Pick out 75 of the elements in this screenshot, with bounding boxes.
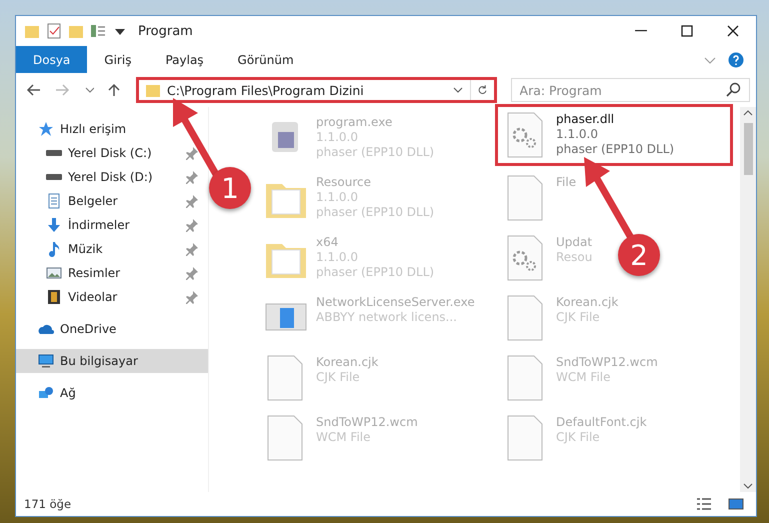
sidebar-item[interactable]: Resimler xyxy=(16,261,208,285)
scrollbar-thumb[interactable] xyxy=(744,123,752,175)
picture-icon xyxy=(46,265,62,281)
file-name: phaser.dll xyxy=(556,112,616,127)
details-view-icon xyxy=(696,496,712,512)
file-name: Korean.cjk xyxy=(556,295,618,310)
sidebar-item[interactable]: Bu bilgisayar xyxy=(16,349,208,373)
sidebar-item[interactable]: Belgeler xyxy=(16,189,208,213)
new-folder-icon xyxy=(68,23,84,39)
file-detail: phaser (EPP10 DLL) xyxy=(316,205,434,220)
folder-icon xyxy=(145,82,161,98)
file-detail: phaser (EPP10 DLL) xyxy=(316,265,434,280)
file-detail: 1.1.0.0 xyxy=(316,250,359,265)
document-icon xyxy=(46,193,62,209)
file-name: Korean.cjk xyxy=(316,355,378,370)
file-detail: ABBYY network licens... xyxy=(316,310,458,325)
sidebar-item[interactable]: Müzik xyxy=(16,237,208,261)
file-detail: WCM File xyxy=(316,430,372,445)
sidebar-item[interactable]: OneDrive xyxy=(16,317,208,341)
large-icons-view-icon xyxy=(728,496,744,512)
music-note-icon xyxy=(46,241,62,257)
file-detail: 1.1.0.0 xyxy=(316,130,359,145)
file-detail: CJK File xyxy=(556,430,601,445)
address-path: C:\Program Files\Program Dizini xyxy=(167,82,365,98)
drive-icon xyxy=(46,174,62,180)
file-item[interactable]: phaser.dll 1.1.0.0 phaser (EPP10 DLL) xyxy=(495,104,733,166)
download-arrow-icon xyxy=(46,217,62,233)
file-detail: 1.1.0.0 xyxy=(556,127,599,142)
properties-icon xyxy=(46,23,62,39)
sidebar-item[interactable]: Videolar xyxy=(16,285,208,309)
star-icon xyxy=(38,121,54,137)
forward-arrow-icon xyxy=(54,82,70,98)
ribbon-tab[interactable]: Giriş xyxy=(87,46,148,73)
ribbon-tab[interactable]: Görünüm xyxy=(220,46,311,73)
item-count: 171 öğe xyxy=(24,497,72,511)
sidebar-item[interactable]: İndirmeler xyxy=(16,213,208,237)
file-name: program.exe xyxy=(316,115,394,130)
file-detail: phaser (EPP10 DLL) xyxy=(556,142,674,157)
file-name: Resource xyxy=(316,175,372,190)
window-title: Program xyxy=(138,24,193,38)
monitor-icon xyxy=(38,353,54,369)
file-detail: phaser (EPP10 DLL) xyxy=(316,145,434,160)
minimize-icon xyxy=(635,30,647,32)
sidebar-item[interactable]: Yerel Disk (C:) xyxy=(16,141,208,165)
file-name: SndToWP12.wcm xyxy=(316,415,418,430)
back-arrow-icon xyxy=(26,82,42,98)
file-name: x64 xyxy=(316,235,340,250)
file-detail: CJK File xyxy=(316,370,361,385)
up-arrow-icon xyxy=(106,82,122,98)
address-bar[interactable]: C:\Program Files\Program Dizini xyxy=(136,77,497,103)
ribbon-tab[interactable]: Dosya xyxy=(16,46,88,73)
file-name: DefaultFont.cjk xyxy=(556,415,647,430)
view-options-icon xyxy=(90,23,106,39)
ribbon-tab[interactable]: Paylaş xyxy=(148,46,221,73)
sidebar-item[interactable]: Yerel Disk (D:) xyxy=(16,165,208,189)
maximize-icon xyxy=(679,23,695,39)
file-name: Updat xyxy=(556,235,592,250)
scrollbar[interactable] xyxy=(740,107,756,492)
drive-icon xyxy=(46,150,62,156)
sidebar-item[interactable]: Ağ xyxy=(16,381,208,405)
search-field[interactable]: Ara: Program xyxy=(510,78,750,102)
help-icon xyxy=(728,52,744,68)
file-name: SndToWP12.wcm xyxy=(556,355,658,370)
file-detail: CJK File xyxy=(556,310,601,325)
folder-icon xyxy=(24,23,40,39)
file-detail: WCM File xyxy=(556,370,612,385)
file-name: File xyxy=(556,175,576,190)
close-icon xyxy=(725,23,741,39)
sidebar-item[interactable]: Hızlı erişim xyxy=(16,117,208,141)
file-detail: Resou xyxy=(556,250,592,265)
network-icon xyxy=(38,385,54,401)
file-name: NetworkLicenseServer.exe xyxy=(316,295,475,310)
search-icon xyxy=(726,82,742,98)
film-icon xyxy=(46,289,62,305)
file-detail: 1.1.0.0 xyxy=(316,190,359,205)
